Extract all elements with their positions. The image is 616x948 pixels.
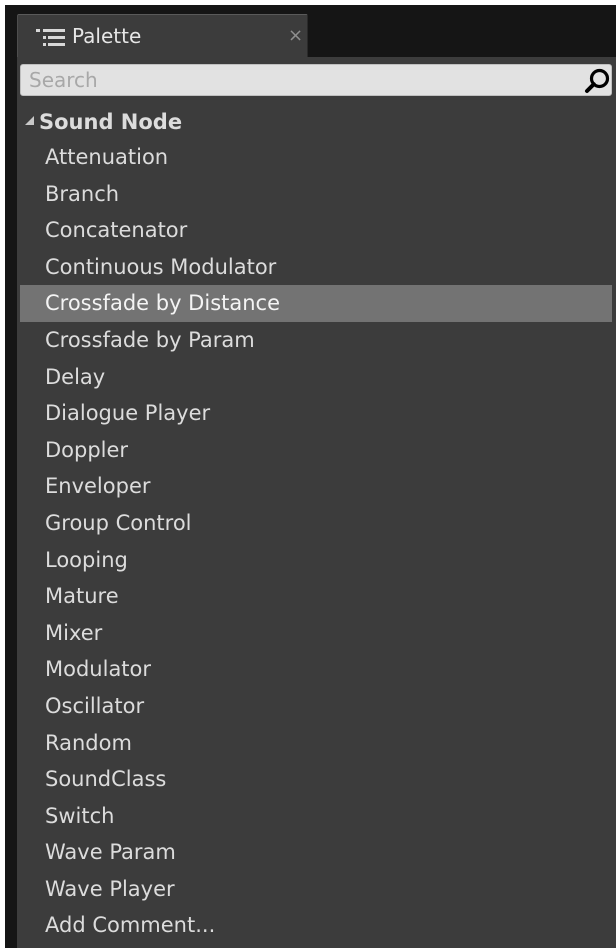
list-item[interactable]: Oscillator (20, 688, 612, 725)
list-item[interactable]: Group Control (20, 505, 612, 542)
list-item[interactable]: SoundClass (20, 761, 612, 798)
list-item[interactable]: Doppler (20, 432, 612, 469)
list-item-label: Wave Param (45, 840, 176, 865)
list-item-label: Wave Player (45, 876, 175, 901)
list-item[interactable]: Add Comment... (20, 907, 612, 944)
list-item[interactable]: Crossfade by Param (20, 322, 612, 359)
list-item[interactable]: Mixer (20, 615, 612, 652)
expanded-triangle-icon[interactable] (23, 112, 37, 126)
list-item-label: Add Comment... (45, 913, 216, 938)
list-item[interactable]: Continuous Modulator (20, 249, 612, 286)
list-item[interactable]: Random (20, 725, 612, 762)
list-item-label: Attenuation (45, 145, 169, 169)
list-item-label: Doppler (45, 437, 129, 462)
list-item[interactable]: Switch (20, 798, 612, 835)
list-item[interactable]: Mature (20, 578, 612, 615)
list-item-label: Dialogue Player (45, 401, 211, 426)
list-item[interactable]: Dialogue Player (20, 395, 612, 432)
list-item-label: Branch (45, 181, 120, 206)
list-item[interactable]: Enveloper (20, 468, 612, 505)
list-item-label: Concatenator (45, 218, 188, 243)
search-icon[interactable] (584, 67, 612, 95)
palette-window: Palette × Sound Node Attenuation Branch Co… (5, 5, 616, 948)
list-item[interactable]: Attenuation (20, 139, 612, 176)
list-item[interactable]: Crossfade by Distance (20, 285, 612, 322)
list-item-label: Continuous Modulator (45, 254, 277, 279)
list-item-label: Random (45, 730, 132, 755)
list-item[interactable]: Concatenator (20, 212, 612, 249)
close-icon[interactable]: × (288, 27, 303, 45)
list-item-label: Modulator (45, 657, 152, 682)
tab-palette[interactable]: Palette × (17, 14, 308, 57)
list-item-label: Crossfade by Param (45, 327, 255, 352)
search-box[interactable] (20, 64, 612, 96)
list-item[interactable]: Wave Param (20, 834, 612, 871)
category-label: Sound Node (39, 110, 183, 134)
list-item-label: Looping (45, 547, 128, 572)
palette-list-icon (34, 27, 68, 49)
list-item-label: Mixer (45, 620, 103, 645)
category-sound-node[interactable]: Sound Node (23, 104, 603, 138)
list-item-label: Group Control (45, 510, 192, 535)
list-item-label: Delay (45, 364, 106, 389)
list-item-label: Crossfade by Distance (45, 291, 281, 316)
node-list: Attenuation Branch Concatenator Continuous … (20, 139, 612, 944)
palette-panel: Sound Node Attenuation Branch Concatenator… (17, 57, 616, 948)
list-item-label: Oscillator (45, 693, 145, 718)
list-item[interactable]: Branch (20, 176, 612, 213)
list-item-label: Switch (45, 803, 115, 828)
list-item[interactable]: Looping (20, 542, 612, 579)
list-item[interactable]: Delay (20, 359, 612, 396)
list-item-label: SoundClass (45, 767, 167, 792)
list-item[interactable]: Wave Player (20, 871, 612, 908)
list-item-label: Mature (45, 584, 119, 609)
tab-strip: Palette × (5, 5, 616, 57)
tab-title: Palette (72, 24, 142, 48)
search-input[interactable] (29, 65, 569, 95)
list-item-label: Enveloper (45, 474, 151, 499)
list-item[interactable]: Modulator (20, 651, 612, 688)
